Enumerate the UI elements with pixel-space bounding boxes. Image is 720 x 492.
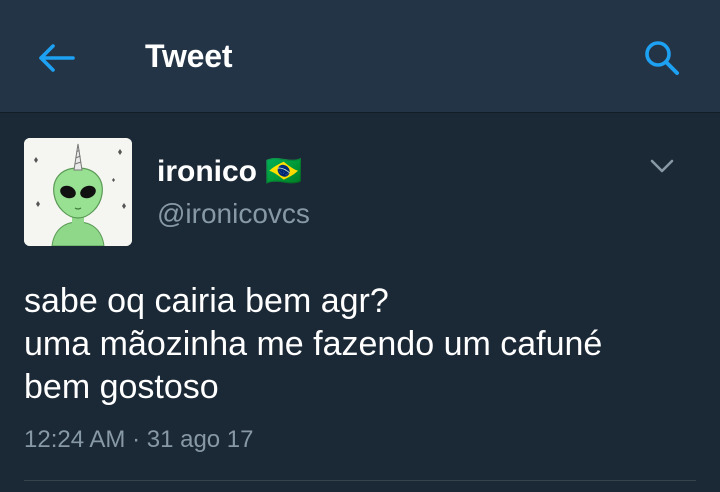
alien-avatar-image (24, 138, 132, 246)
tweet-text-line: uma mãozinha me fazendo um cafuné (24, 325, 603, 363)
author-display-name[interactable]: ironico 🇧🇷 (157, 154, 303, 189)
tweet-text-line: bem gostoso (24, 368, 219, 406)
author-handle[interactable]: @ironicovcs (157, 198, 310, 230)
divider (24, 480, 696, 481)
tweet-text: sabe oq cairia bem agr? uma mãozinha me … (24, 280, 704, 409)
author-name-emoji: 🇧🇷 (265, 155, 303, 188)
tweet-timestamp: 12:24 AM · 31 ago 17 (24, 426, 254, 453)
avatar[interactable] (24, 138, 132, 246)
page-title: Tweet (145, 38, 233, 74)
arrow-left-icon (39, 44, 75, 72)
tweet-text-line: sabe oq cairia bem agr? (24, 282, 389, 320)
tweet-menu-button[interactable] (640, 150, 684, 182)
chevron-down-icon (650, 159, 674, 173)
app-bar: Tweet (0, 0, 720, 113)
search-button[interactable] (636, 34, 688, 82)
author-name-text: ironico (157, 155, 258, 188)
back-button[interactable] (28, 36, 84, 80)
search-icon (645, 41, 679, 75)
tweet-detail: ironico 🇧🇷 @ironicovcs sabe oq cairia be… (0, 114, 720, 492)
